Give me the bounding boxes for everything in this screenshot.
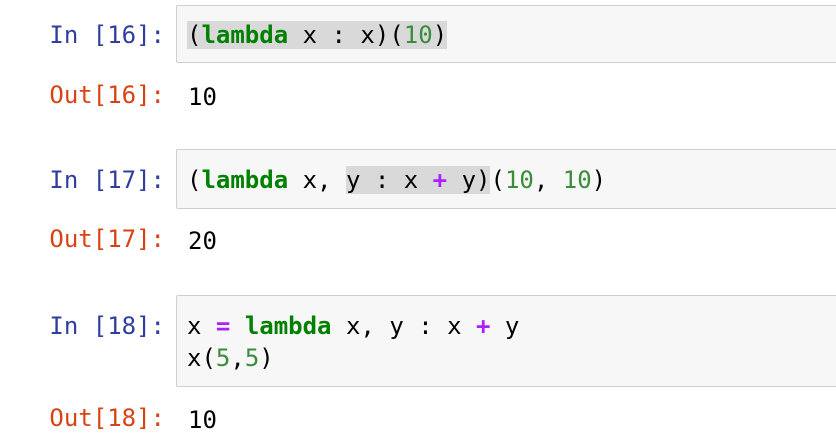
code-line: (lambda x, y : x + y)(10, 10) bbox=[187, 165, 606, 195]
in-prompt-18: In [18]: bbox=[49, 312, 165, 340]
keyword-lambda: lambda bbox=[201, 21, 289, 49]
out-prompt-18: Out[18]: bbox=[49, 404, 165, 432]
body-y: y bbox=[447, 166, 477, 194]
body-x: x bbox=[403, 166, 433, 194]
output-16: 10 bbox=[188, 83, 217, 111]
body-y: y bbox=[490, 312, 520, 340]
operator-plus: + bbox=[476, 312, 491, 340]
param-x: x, bbox=[288, 166, 346, 194]
output-17: 20 bbox=[188, 227, 217, 255]
operator-assign: = bbox=[215, 312, 231, 340]
variable-x: x bbox=[187, 312, 216, 340]
highlighted-expression: y : x + y) bbox=[345, 166, 491, 194]
number-literal: 10 bbox=[562, 166, 592, 194]
number-literal: 5 bbox=[244, 344, 260, 372]
keyword-lambda: lambda bbox=[244, 312, 332, 340]
in-prompt-16: In [16]: bbox=[49, 21, 165, 49]
comma: , bbox=[533, 166, 563, 194]
number-literal: 10 bbox=[403, 21, 433, 49]
function-call: x( bbox=[187, 344, 216, 372]
comma: , bbox=[230, 344, 245, 372]
param-x: x bbox=[288, 21, 332, 49]
code-cell-17[interactable]: (lambda x, y : x + y)(10, 10) bbox=[176, 149, 836, 209]
paren: ( bbox=[490, 166, 505, 194]
in-prompt-17: In [17]: bbox=[49, 166, 165, 194]
paren: ) bbox=[476, 166, 491, 194]
paren: ( bbox=[187, 166, 202, 194]
code-cell-16[interactable]: (lambda x : x)(10) bbox=[176, 5, 836, 63]
paren: ) bbox=[374, 21, 390, 49]
code-line-2: x(5,5) bbox=[187, 343, 274, 373]
paren: ) bbox=[591, 166, 607, 194]
out-prompt-17: Out[17]: bbox=[49, 225, 165, 253]
paren: ( bbox=[389, 21, 404, 49]
lambda-params: x, y : x bbox=[331, 312, 477, 340]
paren: ) bbox=[432, 21, 448, 49]
number-literal: 5 bbox=[215, 344, 231, 372]
code-cell-18[interactable]: x = lambda x, y : x + y x(5,5) bbox=[176, 295, 836, 387]
highlighted-expression: (lambda x : x)(10) bbox=[187, 21, 448, 49]
keyword-lambda: lambda bbox=[201, 166, 289, 194]
paren: ( bbox=[187, 21, 202, 49]
body-x: x bbox=[345, 21, 375, 49]
number-literal: 10 bbox=[504, 166, 534, 194]
operator-plus: + bbox=[432, 166, 448, 194]
paren: ) bbox=[259, 344, 274, 372]
colon: : bbox=[331, 21, 346, 49]
code-line: (lambda x : x)(10) bbox=[187, 20, 448, 50]
param-y: y bbox=[345, 166, 361, 194]
colon: : bbox=[360, 166, 404, 194]
code-line-1: x = lambda x, y : x + y bbox=[187, 311, 519, 341]
out-prompt-16: Out[16]: bbox=[49, 81, 165, 109]
output-18: 10 bbox=[188, 406, 217, 434]
